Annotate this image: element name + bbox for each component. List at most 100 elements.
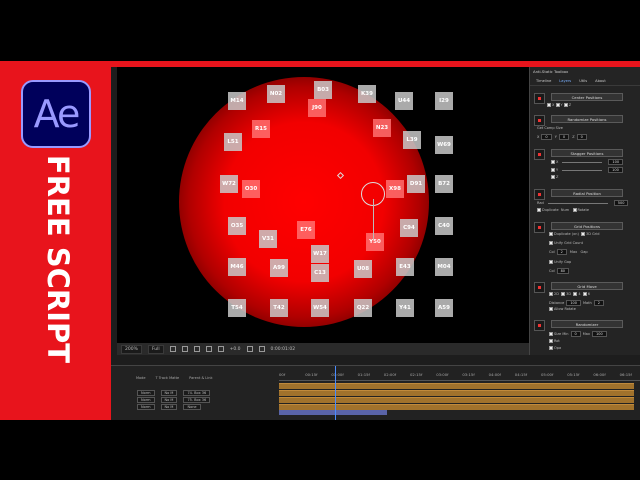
layer-row[interactable]: Norm No M None xyxy=(111,404,279,410)
snapshot-icon[interactable] xyxy=(246,346,253,352)
layer-mode-dropdown[interactable]: Norm xyxy=(137,390,155,396)
layer-matte-dropdown[interactable]: No M xyxy=(160,404,178,410)
region-of-interest-icon[interactable] xyxy=(169,346,176,352)
col-field[interactable]: 2 xyxy=(556,249,567,255)
radius-field[interactable]: 500 xyxy=(613,200,629,206)
y-checkbox[interactable] xyxy=(555,103,560,107)
size-checkbox[interactable] xyxy=(549,332,553,336)
comp-x-field[interactable]: 0 xyxy=(541,134,552,140)
distance-field[interactable]: 100 xyxy=(566,300,581,306)
box-layer-o30[interactable]: O30 xyxy=(242,180,260,198)
exposure-value[interactable]: +0.0 xyxy=(230,347,241,352)
stagger-positions-button[interactable]: Stagger Positions xyxy=(551,149,623,157)
box-layer-r15[interactable]: R15 xyxy=(252,120,270,138)
comp-z-field[interactable]: 0 xyxy=(576,134,587,140)
gap-field[interactable]: 80 xyxy=(556,268,570,274)
layer-row[interactable]: Norm No M 74. Box 36 xyxy=(111,390,279,396)
tab-layers[interactable]: Layers xyxy=(559,79,571,83)
box-layer-m04[interactable]: M04 xyxy=(435,258,453,276)
color-picker-icon[interactable] xyxy=(258,346,265,352)
randomizer-button[interactable]: Randomizer xyxy=(551,320,623,328)
box-layer-j90[interactable]: J90 xyxy=(308,99,326,117)
layer-duration-bar[interactable] xyxy=(279,397,634,403)
transparency-grid-icon[interactable] xyxy=(181,346,188,352)
box-layer-w17[interactable]: W17 xyxy=(311,245,329,263)
box-layer-w69[interactable]: W69 xyxy=(435,136,453,154)
box-layer-n23[interactable]: N23 xyxy=(373,119,391,137)
get-comp-size-label[interactable]: Get Comp Size xyxy=(537,126,563,130)
stagger-y-slider[interactable] xyxy=(562,169,603,171)
rot-checkbox[interactable] xyxy=(549,339,553,343)
rotate-checkbox[interactable] xyxy=(572,208,577,212)
layer-matte-dropdown[interactable]: No M xyxy=(160,390,178,396)
stagger-y-checkbox[interactable] xyxy=(551,168,555,172)
time-ruler[interactable]: 00f 00:15f 01:00f 01:15f 02:00f 02:15f 03:00f 0… xyxy=(279,371,640,381)
box-layer-c13[interactable]: C13 xyxy=(311,264,329,282)
radial-position-button[interactable]: Radial Position xyxy=(551,189,623,197)
move-3d-radio[interactable] xyxy=(561,292,566,296)
box-layer-k39[interactable]: K39 xyxy=(358,85,376,103)
box-layer-l51[interactable]: L51 xyxy=(224,133,242,151)
box-layer-o35[interactable]: O35 xyxy=(228,217,246,235)
box-layer-x98[interactable]: X98 xyxy=(386,180,404,198)
grid-move-button[interactable]: Grid Move xyxy=(551,282,623,290)
opacity-checkbox[interactable] xyxy=(549,346,553,350)
allow-rotate-checkbox[interactable] xyxy=(549,307,553,311)
box-layer-b72[interactable]: B72 xyxy=(435,175,453,193)
tab-about[interactable]: About xyxy=(595,79,606,83)
duplicate-checkbox[interactable] xyxy=(537,208,541,212)
tab-utils[interactable]: Utils xyxy=(579,79,587,83)
box-layer-t54[interactable]: T54 xyxy=(228,299,246,317)
box-layer-m46[interactable]: M46 xyxy=(228,258,246,276)
box-layer-m14[interactable]: M14 xyxy=(228,92,246,110)
layer-row[interactable]: Norm No M 75. Box 36 xyxy=(111,397,279,403)
comp-y-field[interactable]: 0 xyxy=(558,134,570,140)
box-layer-e76[interactable]: E76 xyxy=(297,221,315,239)
layer-duration-bar[interactable] xyxy=(279,390,634,396)
box-layer-y41[interactable]: Y41 xyxy=(396,299,414,317)
layer-duration-bar[interactable] xyxy=(279,383,634,389)
unify-gap-checkbox[interactable] xyxy=(549,260,553,264)
box-layer-a99[interactable]: A99 xyxy=(270,259,288,277)
x-checkbox[interactable] xyxy=(547,103,551,107)
box-layer-v31[interactable]: V31 xyxy=(259,230,277,248)
work-area-bar[interactable] xyxy=(279,410,387,415)
radius-slider[interactable] xyxy=(547,202,608,204)
grid-3d-checkbox[interactable] xyxy=(581,232,586,236)
box-layer-n02[interactable]: N02 xyxy=(267,85,285,103)
box-layer-c94[interactable]: C94 xyxy=(400,219,418,237)
layer-parent-dropdown[interactable]: 74. Box 36 xyxy=(183,390,211,396)
composition-viewer[interactable]: B03 N02 K39 M14 J90 U44 I29 R15 N23 L51 L39 W69 W72 O… xyxy=(117,67,529,343)
stagger-y-field[interactable]: 100 xyxy=(608,167,623,173)
resolution-dropdown[interactable]: Full xyxy=(147,344,164,354)
randomize-positions-button[interactable]: Randomize Positions xyxy=(551,115,623,123)
layer-matte-dropdown[interactable]: No M xyxy=(160,397,178,403)
move-2d-radio[interactable] xyxy=(549,292,553,296)
playhead[interactable] xyxy=(335,366,336,420)
stagger-z-checkbox[interactable] xyxy=(551,175,555,179)
stagger-x-checkbox[interactable] xyxy=(551,160,555,164)
box-layer-y50[interactable]: Y50 xyxy=(366,233,384,251)
mask-visibility-icon[interactable] xyxy=(193,346,200,352)
layer-mode-dropdown[interactable]: Norm xyxy=(137,397,155,403)
channel-icon[interactable] xyxy=(217,346,224,352)
grid-guides-icon[interactable] xyxy=(205,346,212,352)
move-4-radio[interactable] xyxy=(573,292,578,296)
box-layer-w54[interactable]: W54 xyxy=(311,299,329,317)
box-layer-t42[interactable]: T42 xyxy=(270,299,288,317)
box-layer-w72[interactable]: W72 xyxy=(220,175,238,193)
stagger-x-slider[interactable] xyxy=(562,161,603,163)
tab-timeline[interactable]: Timeline xyxy=(536,79,551,83)
box-layer-q22[interactable]: Q22 xyxy=(354,299,372,317)
min-field[interactable]: 0 xyxy=(570,331,581,337)
duplicate-xn-checkbox[interactable] xyxy=(549,232,553,236)
box-layer-d91[interactable]: D91 xyxy=(407,175,425,193)
box-layer-a59[interactable]: A59 xyxy=(435,299,453,317)
stagger-x-field[interactable]: 100 xyxy=(608,159,624,165)
box-layer-l39[interactable]: L39 xyxy=(403,131,421,149)
layer-parent-dropdown[interactable]: None xyxy=(183,404,201,410)
box-layer-e43[interactable]: E43 xyxy=(396,258,414,276)
move-6-radio[interactable] xyxy=(582,292,587,296)
box-layer-b03[interactable]: B03 xyxy=(314,81,332,99)
grid-positions-button[interactable]: Grid Positions xyxy=(551,222,623,230)
